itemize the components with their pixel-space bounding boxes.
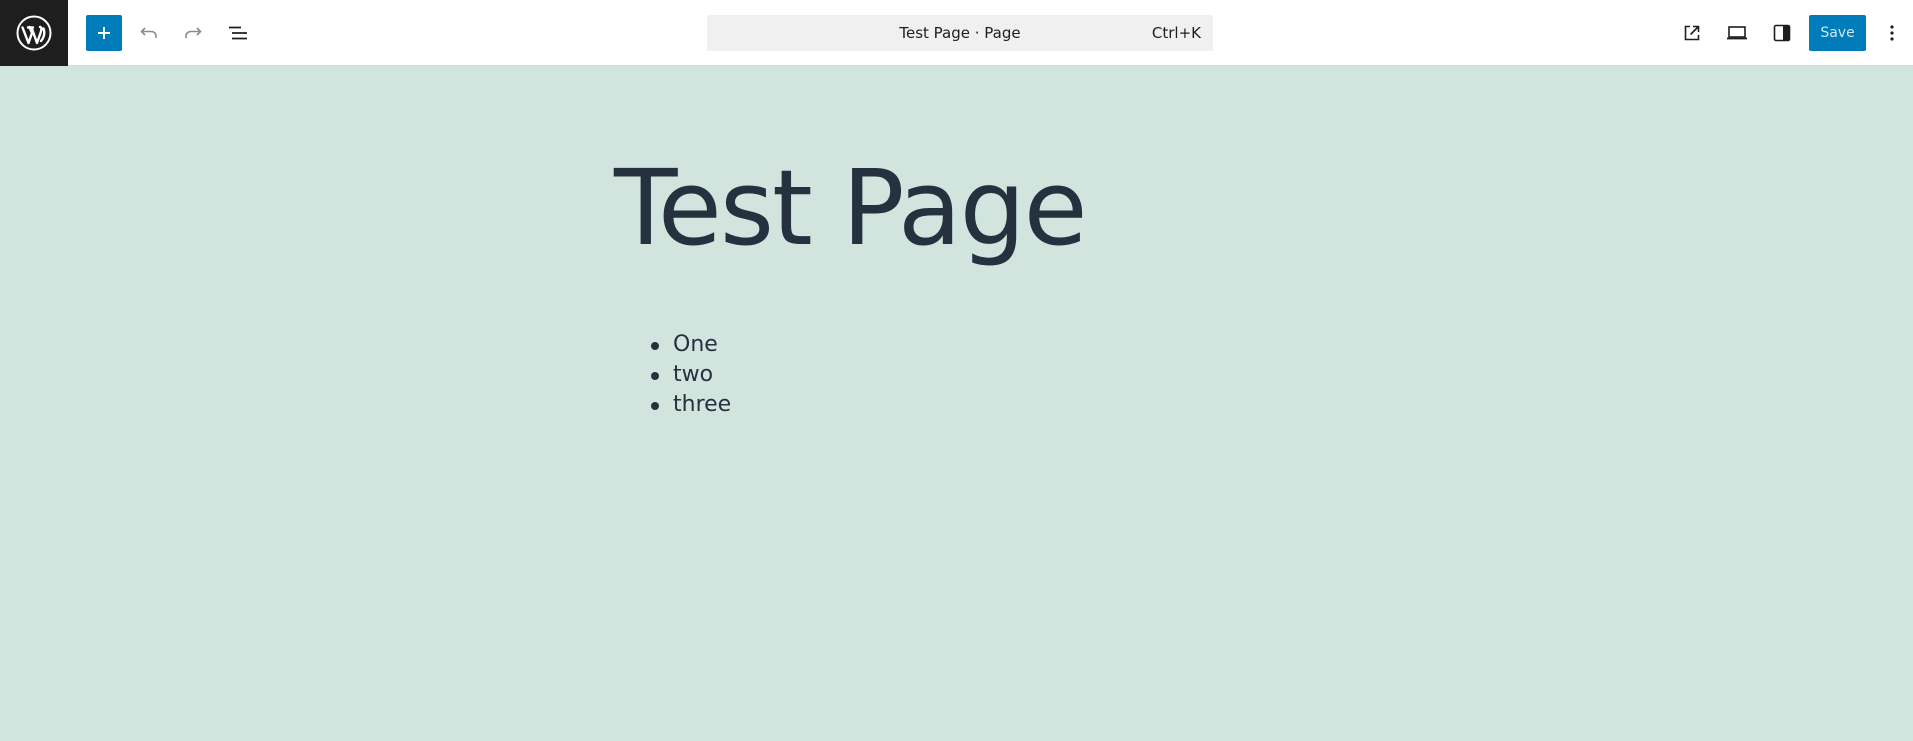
editor-canvas[interactable]: Test Page One two three xyxy=(0,66,1913,741)
wordpress-logo-button[interactable] xyxy=(0,0,68,66)
command-palette-button[interactable]: Test Page · Page Ctrl+K xyxy=(707,15,1213,51)
list-item[interactable]: two xyxy=(650,360,731,390)
page-title[interactable]: Test Page xyxy=(614,156,1088,260)
redo-button[interactable] xyxy=(175,15,211,51)
undo-button[interactable] xyxy=(131,15,167,51)
sidebar-icon xyxy=(1773,24,1791,42)
external-link-icon xyxy=(1684,25,1700,41)
more-vertical-icon xyxy=(1890,25,1894,41)
list-block[interactable]: One two three xyxy=(650,330,731,420)
list-item[interactable]: One xyxy=(650,330,731,360)
redo-icon xyxy=(185,27,202,38)
save-button[interactable]: Save xyxy=(1809,15,1866,51)
device-preview-button[interactable] xyxy=(1719,15,1755,51)
undo-icon xyxy=(140,27,157,38)
wordpress-icon xyxy=(16,15,52,51)
document-overview-button[interactable] xyxy=(220,15,256,51)
view-page-button[interactable] xyxy=(1674,15,1710,51)
document-title: Test Page · Page xyxy=(899,24,1021,42)
list-view-icon xyxy=(229,26,247,40)
shortcut-hint: Ctrl+K xyxy=(1151,24,1201,42)
list-item[interactable]: three xyxy=(650,390,731,420)
options-menu-button[interactable] xyxy=(1875,15,1909,51)
settings-sidebar-button[interactable] xyxy=(1764,15,1800,51)
desktop-icon xyxy=(1727,26,1747,40)
plus-icon xyxy=(98,27,110,39)
add-block-button[interactable] xyxy=(86,15,122,51)
editor-toolbar: Test Page · Page Ctrl+K Save xyxy=(0,0,1913,66)
